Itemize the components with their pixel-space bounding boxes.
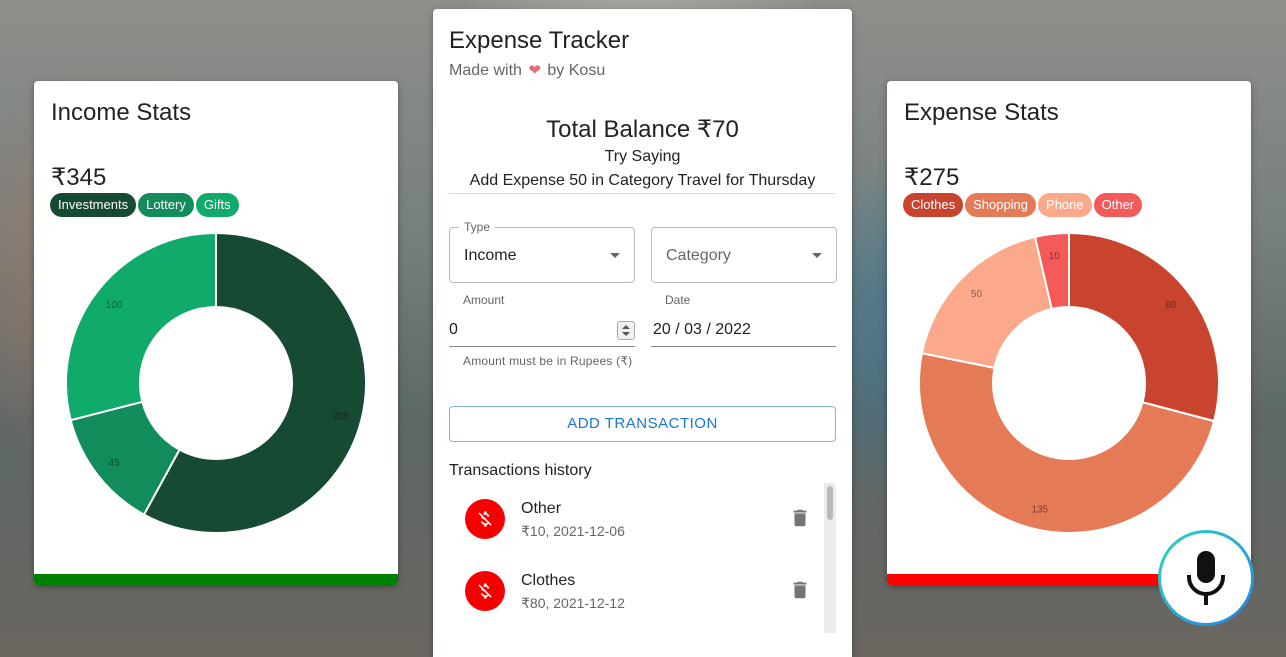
type-select[interactable]: Type Income <box>449 220 635 283</box>
money-off-icon <box>465 571 505 611</box>
expense-stats-title: Expense Stats <box>904 99 1059 126</box>
type-select-value: Income <box>464 247 517 264</box>
legend-chip-clothes: Clothes <box>903 193 964 217</box>
donut-label-investments: 200 <box>333 411 350 422</box>
transaction-detail: ₹10, 2021-12-06 <box>521 523 625 539</box>
add-transaction-button[interactable]: ADD TRANSACTION <box>449 406 836 442</box>
donut-label-other: 10 <box>1049 251 1061 262</box>
date-label: Date <box>665 293 691 307</box>
transaction-category: Clothes <box>521 572 576 589</box>
chevron-down-icon <box>610 253 620 258</box>
donut-slice-clothes[interactable] <box>1068 233 1219 423</box>
chevron-down-icon <box>812 253 822 258</box>
divider <box>449 193 836 194</box>
app-subtitle: Made with ❤ by Kosu <box>449 61 605 80</box>
income-total: ₹345 <box>51 164 107 191</box>
app-title: Expense Tracker <box>449 27 630 54</box>
expense-donut-chart: 80 135 50 10 <box>919 233 1219 533</box>
income-stats-card: Income Stats ₹345 Investments Lottery Gift… <box>34 81 398 585</box>
income-stats-title: Income Stats <box>51 99 192 126</box>
amount-label: Amount <box>463 293 505 307</box>
income-legend: Investments Lottery Gifts <box>50 193 239 217</box>
transaction-detail: ₹80, 2021-12-12 <box>521 595 625 611</box>
amount-input[interactable]: 0 <box>449 321 458 339</box>
date-input[interactable]: 20 / 03 / 2022 <box>653 321 751 339</box>
legend-chip-phone: Phone <box>1038 193 1092 217</box>
legend-chip-lottery: Lottery <box>138 193 194 217</box>
expense-legend: Clothes Shopping Phone Other <box>903 193 1143 217</box>
donut-label-lottery: 45 <box>109 458 121 469</box>
legend-chip-gifts: Gifts <box>195 193 239 217</box>
expense-total: ₹275 <box>904 164 960 191</box>
transactions-history-title: Transactions history <box>449 462 592 479</box>
microphone-icon <box>1187 551 1225 605</box>
subtitle-author: by Kosu <box>547 62 606 79</box>
type-select-label: Type <box>459 220 496 234</box>
trash-icon[interactable] <box>789 507 811 529</box>
category-select-placeholder: Category <box>666 247 731 264</box>
income-donut-chart: 200 45 100 <box>66 233 366 533</box>
donut-label-shopping: 135 <box>1031 505 1048 516</box>
donut-slice-gifts[interactable] <box>66 233 217 422</box>
list-item[interactable]: Clothes ₹80, 2021-12-12 <box>449 555 821 627</box>
voice-hint-title: Try Saying <box>604 148 681 165</box>
amount-stepper[interactable] <box>617 321 635 340</box>
legend-chip-other: Other <box>1093 193 1143 217</box>
trash-icon[interactable] <box>789 579 811 601</box>
donut-label-clothes: 80 <box>1166 300 1178 311</box>
amount-underline <box>449 346 635 347</box>
voice-hint-text: Add Expense 50 in Category Travel for Th… <box>469 172 816 189</box>
transactions-list[interactable]: Other ₹10, 2021-12-06 Clothes ₹80, 2021-… <box>449 483 821 633</box>
donut-slice-phone[interactable] <box>920 235 1053 370</box>
voice-assistant-button[interactable] <box>1158 530 1254 626</box>
subtitle-prefix: Made with <box>449 62 522 79</box>
total-balance: Total Balance ₹70 <box>546 116 739 143</box>
expense-tracker-card: Expense Tracker Made with ❤ by Kosu Tota… <box>433 9 852 657</box>
date-underline <box>651 346 836 347</box>
amount-helper-text: Amount must be in Rupees (₹) <box>463 354 633 368</box>
donut-label-phone: 50 <box>971 289 983 300</box>
donut-label-gifts: 100 <box>106 300 123 311</box>
category-select[interactable]: Category <box>651 227 837 283</box>
income-card-bar <box>34 574 398 585</box>
heart-icon: ❤ <box>528 62 541 79</box>
legend-chip-investments: Investments <box>50 193 137 217</box>
transaction-category: Other <box>521 500 562 517</box>
list-item[interactable]: Other ₹10, 2021-12-06 <box>449 483 821 555</box>
money-off-icon <box>465 499 505 539</box>
legend-chip-shopping: Shopping <box>965 193 1037 217</box>
expense-stats-card: Expense Stats ₹275 Clothes Shopping Phone O… <box>887 81 1251 585</box>
scrollbar-thumb[interactable] <box>827 486 833 520</box>
